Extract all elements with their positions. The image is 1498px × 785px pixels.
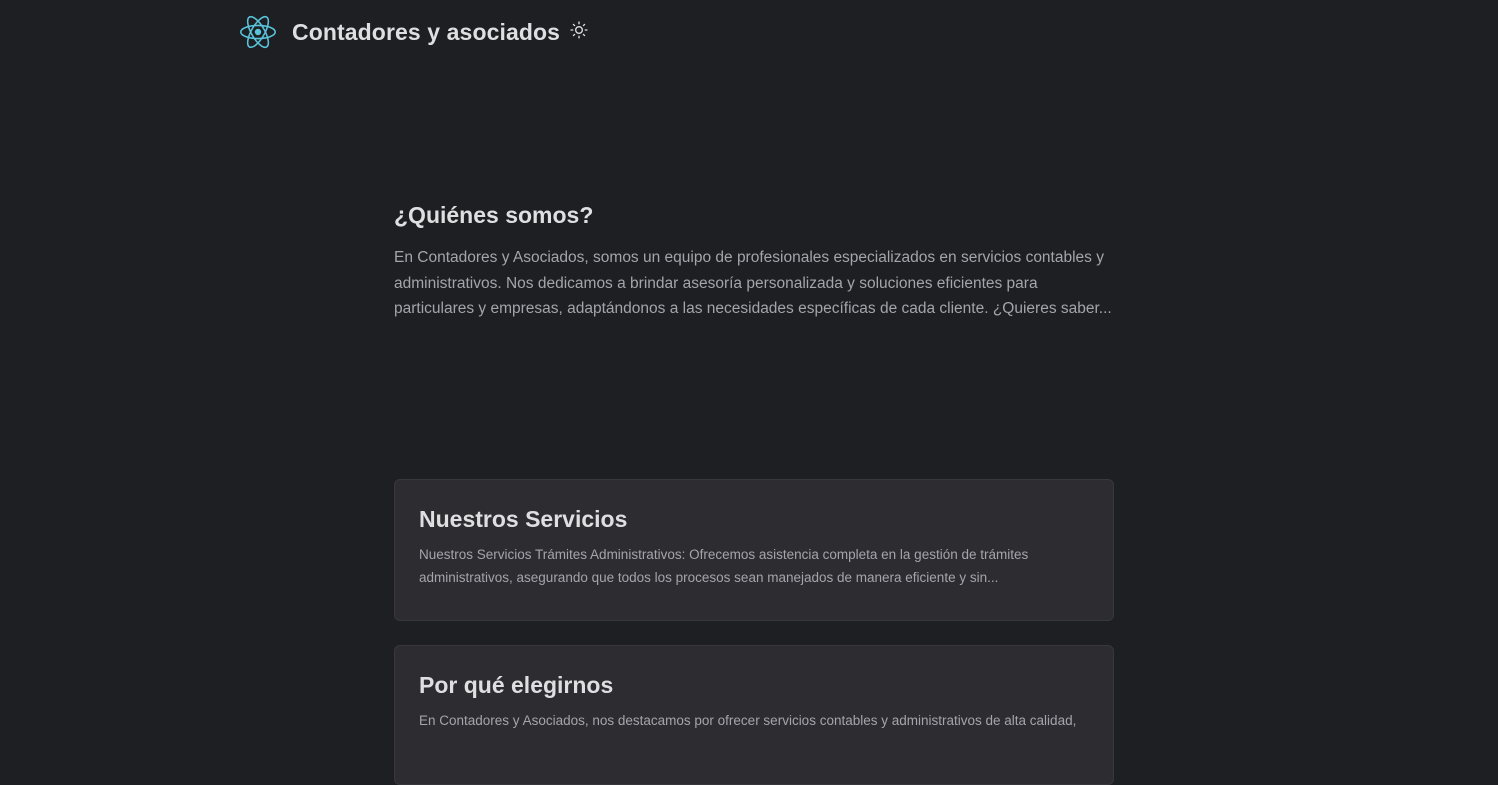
services-card-text: Nuestros Servicios Trámites Administrati… xyxy=(419,547,1029,585)
services-card[interactable]: Nuestros Servicios Nuestros Servicios Tr… xyxy=(394,479,1114,621)
about-section: ¿Quiénes somos? En Contadores y Asociado… xyxy=(394,202,1116,322)
about-heading: ¿Quiénes somos? xyxy=(394,202,594,228)
why-choose-us-card[interactable]: Por qué elegirnos En Contadores y Asocia… xyxy=(394,645,1114,785)
why-choose-us-card-title: Por qué elegirnos xyxy=(419,672,614,698)
react-atom-icon[interactable] xyxy=(240,14,276,50)
about-text: En Contadores y Asociados, somos un equi… xyxy=(394,249,1112,317)
why-choose-us-card-text: En Contadores y Asociados, nos destacamo… xyxy=(419,713,1077,728)
sun-icon xyxy=(570,21,588,39)
site-title[interactable]: Contadores y asociados xyxy=(292,19,560,46)
services-card-title: Nuestros Servicios xyxy=(419,506,628,532)
site-header: Contadores y asociados xyxy=(240,12,590,52)
theme-toggle-button[interactable] xyxy=(568,19,590,41)
